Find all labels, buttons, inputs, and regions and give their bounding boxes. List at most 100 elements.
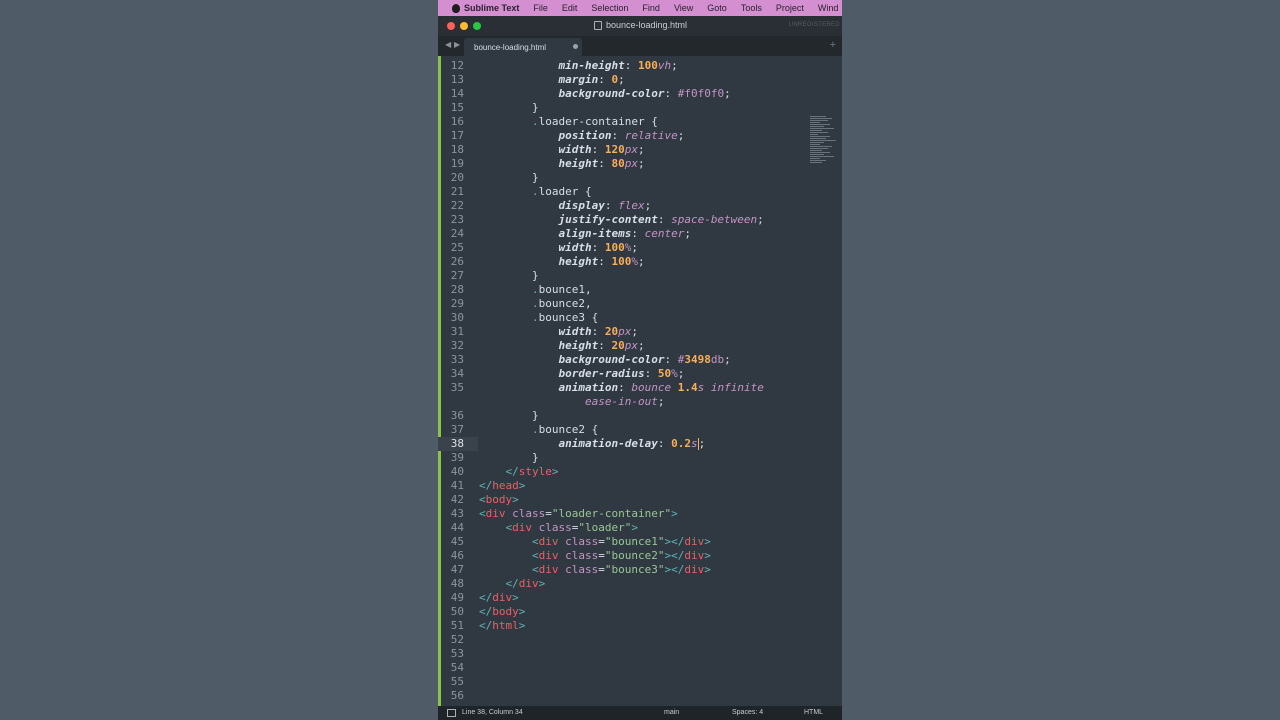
code-line[interactable]: 22 display: flex; [438,199,842,213]
line-code[interactable] [464,647,479,661]
code-line[interactable]: 26 height: 100%; [438,255,842,269]
line-code[interactable]: justify-content: space-between; [464,213,763,227]
minimap[interactable] [810,116,840,186]
code-line[interactable]: 36 } [438,409,842,423]
menu-find[interactable]: Find [642,3,660,13]
line-code[interactable]: </body> [464,605,525,619]
line-code[interactable] [464,689,479,703]
code-line[interactable]: 32 height: 20px; [438,339,842,353]
line-code[interactable] [464,633,479,647]
line-code[interactable]: } [464,409,539,423]
code-line[interactable]: 24 align-items: center; [438,227,842,241]
menu-file[interactable]: File [533,3,548,13]
code-line[interactable]: 23 justify-content: space-between; [438,213,842,227]
line-code[interactable]: .bounce2, [464,297,592,311]
code-line[interactable]: 38 animation-delay: 0.2s; [438,437,842,451]
line-code[interactable]: align-items: center; [464,227,690,241]
line-code[interactable]: } [464,101,539,115]
code-line[interactable]: 54 [438,661,842,675]
indentation-setting[interactable]: Spaces: 4 [732,709,763,716]
line-code[interactable]: } [464,269,539,283]
code-line[interactable]: 37 .bounce2 { [438,423,842,437]
code-line[interactable]: 28 .bounce1, [438,283,842,297]
line-code[interactable]: <div class="loader-container"> [464,507,678,521]
line-code[interactable]: <div class="bounce3"></div> [464,563,711,577]
code-line[interactable]: 19 height: 80px; [438,157,842,171]
code-line[interactable]: 29 .bounce2, [438,297,842,311]
line-code[interactable] [464,661,479,675]
code-line[interactable]: 47 <div class="bounce3"></div> [438,563,842,577]
code-line[interactable]: 45 <div class="bounce1"></div> [438,535,842,549]
line-code[interactable] [464,675,479,689]
line-code[interactable]: </div> [464,577,546,591]
code-line[interactable]: 41 </head> [438,479,842,493]
tab-bounce-loading[interactable]: bounce-loading.html [464,38,582,56]
code-line[interactable]: 13 margin: 0; [438,73,842,87]
code-line[interactable]: 51 </html> [438,619,842,633]
cursor-position[interactable]: Line 38, Column 34 [462,709,523,716]
code-line[interactable]: 34 border-radius: 50%; [438,367,842,381]
line-code[interactable]: .loader-container { [464,115,658,129]
new-tab-plus-icon[interactable]: + [830,39,836,51]
code-line[interactable]: 33 background-color: #3498db; [438,353,842,367]
line-code[interactable]: height: 20px; [464,339,644,353]
minimize-window-icon[interactable] [460,22,468,30]
code-editor[interactable]: 12 min-height: 100vh; 13 margin: 0; 14 bac… [438,56,842,706]
line-code[interactable]: display: flex; [464,199,651,213]
line-code[interactable]: </div> [464,591,519,605]
code-lines[interactable]: 12 min-height: 100vh; 13 margin: 0; 14 bac… [438,59,842,703]
code-line[interactable]: 50 </body> [438,605,842,619]
line-code[interactable]: height: 80px; [464,157,644,171]
line-code[interactable]: background-color: #f0f0f0; [464,87,730,101]
line-code[interactable]: </html> [464,619,525,633]
line-code[interactable]: background-color: #3498db; [464,353,730,367]
line-code[interactable]: .loader { [464,185,592,199]
syntax-selector[interactable]: HTML [804,709,823,716]
code-line[interactable]: 20 } [438,171,842,185]
code-line[interactable]: 52 [438,633,842,647]
code-line[interactable]: 42 <body> [438,493,842,507]
code-line[interactable]: 46 <div class="bounce2"></div> [438,549,842,563]
code-line[interactable]: 43 <div class="loader-container"> [438,507,842,521]
menu-app-name[interactable]: Sublime Text [464,3,519,13]
code-line[interactable]: 40 </style> [438,465,842,479]
code-line[interactable]: 27 } [438,269,842,283]
line-code[interactable]: .bounce1, [464,283,592,297]
line-code[interactable]: .bounce3 { [464,311,598,325]
code-line[interactable]: 21 .loader { [438,185,842,199]
code-line[interactable]: 31 width: 20px; [438,325,842,339]
line-code[interactable]: ease-in-out; [464,395,664,409]
menu-window[interactable]: Wind [818,3,839,13]
code-line[interactable]: 15 } [438,101,842,115]
line-code[interactable]: position: relative; [464,129,684,143]
code-line[interactable]: 55 [438,675,842,689]
code-line[interactable]: 53 [438,647,842,661]
line-code[interactable]: </head> [464,479,525,493]
line-code[interactable]: margin: 0; [464,73,624,87]
line-code[interactable]: width: 20px; [464,325,638,339]
menu-view[interactable]: View [674,3,693,13]
menu-goto[interactable]: Goto [707,3,727,13]
line-code[interactable]: animation: bounce 1.4s infinite [464,381,763,395]
line-code[interactable]: <body> [464,493,519,507]
panel-toggle-icon[interactable] [447,709,456,717]
line-code[interactable]: <div class="loader"> [464,521,638,535]
code-line[interactable]: 39 } [438,451,842,465]
code-line[interactable]: 44 <div class="loader"> [438,521,842,535]
code-line[interactable]: 35 animation: bounce 1.4s infinite [438,381,842,395]
line-code[interactable]: height: 100%; [464,255,644,269]
line-code[interactable]: <div class="bounce1"></div> [464,535,711,549]
menu-selection[interactable]: Selection [591,3,628,13]
code-line[interactable]: 14 background-color: #f0f0f0; [438,87,842,101]
line-code[interactable]: <div class="bounce2"></div> [464,549,711,563]
code-line[interactable]: 48 </div> [438,577,842,591]
line-code[interactable]: } [464,451,539,465]
menu-project[interactable]: Project [776,3,804,13]
code-line[interactable]: 56 [438,689,842,703]
line-code[interactable]: } [464,171,539,185]
line-code[interactable]: width: 100%; [464,241,638,255]
line-code[interactable]: width: 120px; [464,143,644,157]
line-code[interactable]: border-radius: 50%; [464,367,684,381]
line-code[interactable]: </style> [464,465,559,479]
code-line[interactable]: 16 .loader-container { [438,115,842,129]
